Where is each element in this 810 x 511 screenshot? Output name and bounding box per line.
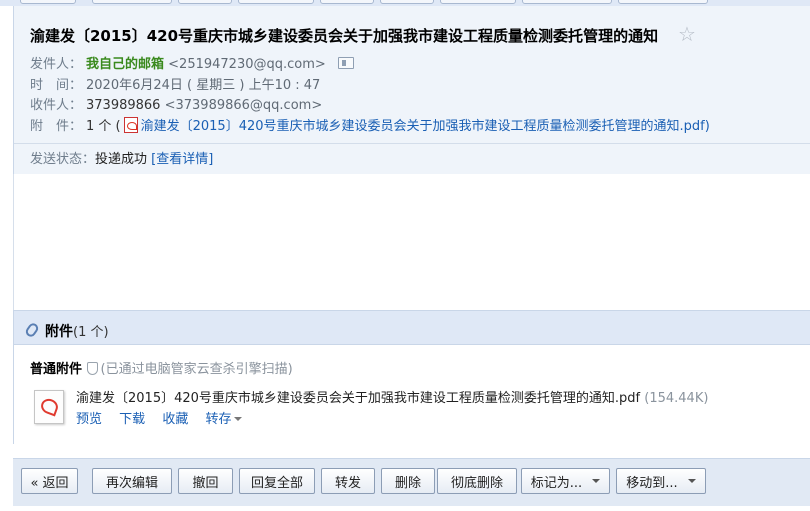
pdf-file-icon — [123, 117, 138, 133]
favorite-link[interactable]: 收藏 — [162, 412, 188, 427]
download-link[interactable]: 下载 — [119, 412, 145, 427]
chevron-down-icon — [234, 417, 243, 421]
attachment-row: 附 件： 1 个 ( 渝建发〔2015〕420号重庆市城乡建设委员会关于加强我市建设… — [30, 115, 710, 134]
sender-address[interactable]: <251947230@qq.com> — [168, 57, 326, 72]
toolbar-button-stub[interactable] — [522, 0, 612, 4]
to-row: 收件人： 373989866 <373989866@qq.com> — [30, 94, 322, 113]
attachments-title-text: 附件 — [45, 324, 73, 340]
email-header: 渝建发〔2015〕420号重庆市城乡建设委员会关于加强我市建设工程质量检测委托管… — [13, 6, 810, 174]
scan-note-text: (已通过电脑管家云查杀引擎扫描) — [100, 362, 293, 377]
back-button[interactable]: « 返回 — [21, 468, 78, 494]
pdf-logo-mark — [38, 396, 61, 417]
time-row: 时 间： 2020年6月24日 ( 星期三 ) 上午10 : 47 — [30, 74, 320, 93]
time-value: 2020年6月24日 ( 星期三 ) 上午10 : 47 — [86, 78, 321, 93]
toolbar-button-stub[interactable] — [238, 0, 314, 4]
attachment-type-label: 普通附件 — [30, 362, 83, 377]
toolbar-button-stub[interactable] — [320, 0, 374, 4]
from-row: 发件人： 我自己的邮箱 <251947230@qq.com> — [30, 53, 354, 72]
toolbar-button-stub[interactable] — [618, 0, 708, 4]
recipient-address[interactable]: <373989866@qq.com> — [165, 98, 323, 113]
toolbar-button-stub[interactable] — [92, 0, 172, 4]
delivery-status: 发送状态：投递成功 [查看详情] — [30, 148, 213, 167]
bottom-toolbar: « 返回 再次编辑 撤回 回复全部 转发 删除 彻底删除 标记为... 移动到.… — [13, 458, 810, 506]
toolbar-button-stub[interactable] — [380, 0, 434, 4]
recipient-name[interactable]: 373989866 — [86, 98, 160, 113]
attachments-count: (1 个) — [73, 325, 109, 340]
shield-icon — [86, 362, 98, 375]
paperclip-icon — [23, 321, 41, 339]
forward-button[interactable]: 转发 — [321, 468, 375, 494]
status-details-link[interactable]: [查看详情] — [151, 152, 213, 167]
attachment-file: 渝建发〔2015〕420号重庆市城乡建设委员会关于加强我市建设工程质量检测委托管… — [76, 387, 708, 406]
mark-as-label: 标记为... — [530, 475, 583, 491]
attachment-close-paren: ) — [704, 119, 710, 134]
email-subject: 渝建发〔2015〕420号重庆市城乡建设委员会关于加强我市建设工程质量检测委托管… — [30, 27, 659, 45]
divider — [14, 143, 810, 144]
from-label: 发件人： — [30, 57, 83, 72]
status-value: 投递成功 — [95, 152, 148, 167]
save-to-label: 转存 — [205, 412, 232, 427]
attachment-label: 附 件： — [30, 119, 83, 134]
recall-button[interactable]: 撤回 — [178, 468, 233, 494]
delete-permanently-button[interactable]: 彻底删除 — [437, 468, 517, 494]
save-to-dropdown[interactable]: 转存 — [205, 412, 243, 427]
attachment-link[interactable]: 渝建发〔2015〕420号重庆市城乡建设委员会关于加强我市建设工程质量检测委托管… — [141, 119, 705, 134]
email-body — [13, 174, 810, 310]
toolbar-button-stub[interactable] — [440, 0, 516, 4]
chevron-down-icon — [592, 479, 601, 483]
scan-note: (已通过电脑管家云查杀引擎扫描) — [86, 362, 293, 377]
mark-as-dropdown[interactable]: 标记为... — [521, 468, 610, 494]
pdf-file-icon[interactable] — [34, 390, 64, 424]
add-contact-icon[interactable] — [337, 57, 354, 69]
attachment-file-size: (154.44K) — [644, 391, 709, 406]
attachment-actions: 预览 下载 收藏 转存 — [76, 408, 255, 427]
chevron-down-icon — [687, 479, 696, 483]
attachment-count: 1 个 ( — [86, 119, 121, 134]
sender-name[interactable]: 我自己的邮箱 — [86, 57, 164, 72]
reply-all-button[interactable]: 回复全部 — [239, 468, 315, 494]
attachments-panel: 附件(1 个) 普通附件 (已通过电脑管家云查杀引擎扫描) 渝建发〔2015〕4… — [13, 310, 810, 444]
status-label: 发送状态： — [30, 152, 96, 167]
star-icon[interactable]: ☆ — [678, 22, 696, 46]
move-to-label: 移动到... — [626, 475, 678, 491]
attachments-title: 附件(1 个) — [45, 321, 109, 341]
to-label: 收件人： — [30, 98, 83, 113]
move-to-dropdown[interactable]: 移动到... — [616, 468, 706, 494]
time-label: 时 间： — [30, 78, 83, 93]
toolbar-button-stub[interactable] — [20, 0, 76, 4]
attachment-type: 普通附件 (已通过电脑管家云查杀引擎扫描) — [30, 358, 293, 377]
preview-link[interactable]: 预览 — [76, 412, 102, 427]
delete-button[interactable]: 删除 — [381, 468, 435, 494]
attachment-file-name[interactable]: 渝建发〔2015〕420号重庆市城乡建设委员会关于加强我市建设工程质量检测委托管… — [76, 391, 640, 406]
edit-again-button[interactable]: 再次编辑 — [92, 468, 172, 494]
attachments-header: 附件(1 个) — [14, 310, 810, 345]
toolbar-button-stub[interactable] — [178, 0, 232, 4]
